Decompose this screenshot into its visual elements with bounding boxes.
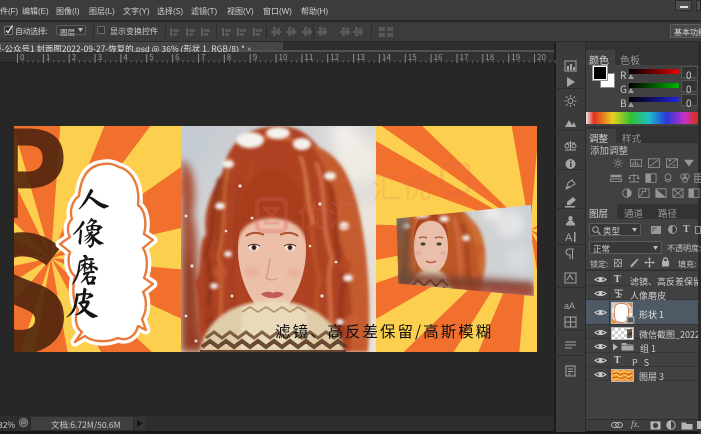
svg-text:皮: 皮 — [65, 285, 101, 321]
svg-text:优汇: 优汇 — [297, 191, 359, 236]
svg-text:汇优: 汇优 — [372, 163, 432, 207]
svg-text:磨: 磨 — [67, 252, 102, 287]
svg-text:人: 人 — [75, 181, 111, 217]
svg-text:像: 像 — [71, 215, 106, 250]
svg-text:滤镜、高反差保留/高斯模糊: 滤镜、高反差保留/高斯模糊 — [275, 320, 493, 342]
svg-text:aA: aA — [564, 301, 575, 311]
svg-text:S: S — [14, 169, 70, 352]
svg-text:A: A — [565, 232, 573, 243]
